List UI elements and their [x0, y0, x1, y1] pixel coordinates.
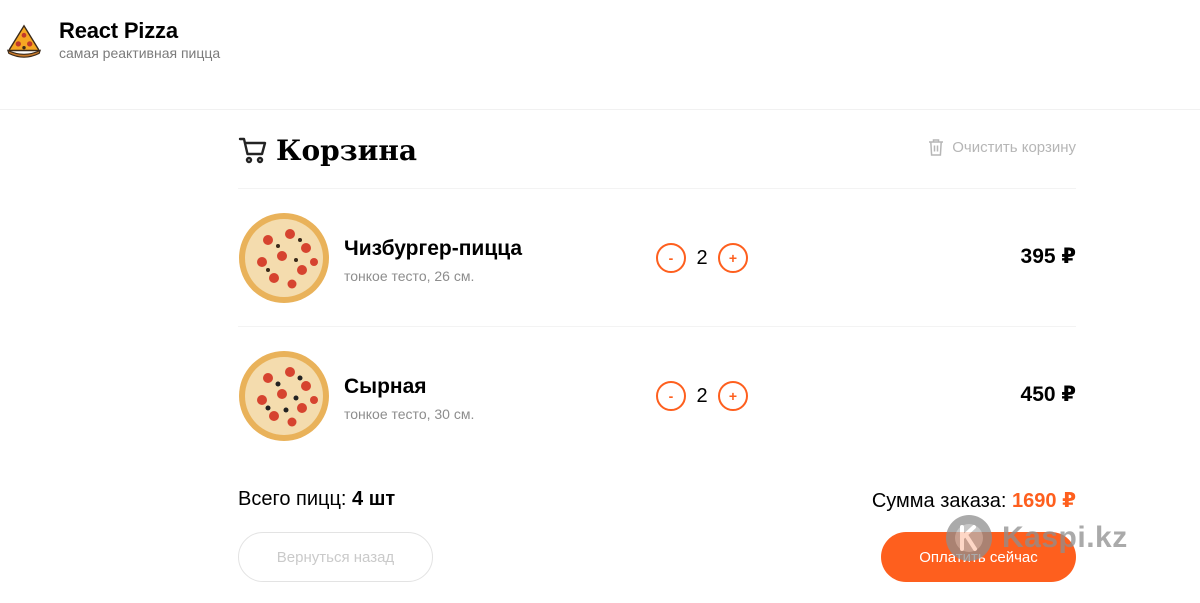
brand-subtitle: самая реактивная пицца: [59, 45, 221, 61]
total-sum-value: 1690 ₽: [1012, 490, 1076, 512]
quantity-stepper: - 2 +: [656, 381, 748, 411]
item-count: 2: [696, 384, 708, 407]
kaspi-logo-icon: [946, 515, 992, 561]
item-description: тонкое тесто, 26 см.: [344, 268, 475, 284]
item-description: тонкое тесто, 30 см.: [344, 406, 475, 422]
back-button[interactable]: Вернуться назад: [238, 532, 433, 582]
item-price: 450 ₽: [1020, 383, 1076, 406]
pizza-logo-icon[interactable]: [5, 22, 43, 60]
trash-icon: [929, 139, 944, 156]
watermark-text: Kaspi.kz: [1002, 521, 1128, 554]
site-header: React Pizza самая реактивная пицца: [0, 0, 1200, 110]
decrement-button[interactable]: -: [656, 243, 686, 273]
quantity-stepper: - 2 +: [656, 243, 748, 273]
item-count: 2: [696, 246, 708, 269]
increment-button[interactable]: +: [718, 381, 748, 411]
increment-button[interactable]: +: [718, 243, 748, 273]
item-name: Сырная: [344, 375, 427, 398]
total-sum-label: Сумма заказа:: [871, 490, 1007, 512]
total-sum: Сумма заказа: 1690 ₽: [872, 488, 1076, 513]
clear-cart-label: Очистить корзину: [952, 138, 1076, 156]
page-title: Корзина: [276, 133, 417, 167]
item-name: Чизбургер-пицца: [344, 237, 523, 260]
total-count-value: 4 шт: [352, 488, 396, 510]
divider: [238, 326, 1076, 327]
decrement-button[interactable]: -: [656, 381, 686, 411]
total-count: Всего пицц: 4 шт: [238, 488, 395, 511]
pizza-image: [239, 213, 329, 303]
pizza-image: [239, 351, 329, 441]
cart-item: Чизбургер-пицца тонкое тесто, 26 см. - 2…: [238, 212, 1076, 304]
cart-item: Сырная тонкое тесто, 30 см. - 2 + 450 ₽: [238, 350, 1076, 442]
clear-cart-button[interactable]: Очистить корзину: [928, 138, 1076, 156]
brand-title[interactable]: React Pizza: [59, 18, 178, 44]
divider: [238, 188, 1076, 189]
kaspi-watermark: Kaspi.kz: [944, 513, 1128, 563]
total-count-label: Всего пицц:: [238, 488, 347, 510]
cart-icon: [238, 137, 267, 164]
cart-heading: Корзина: [238, 132, 417, 168]
item-price: 395 ₽: [1020, 245, 1076, 268]
